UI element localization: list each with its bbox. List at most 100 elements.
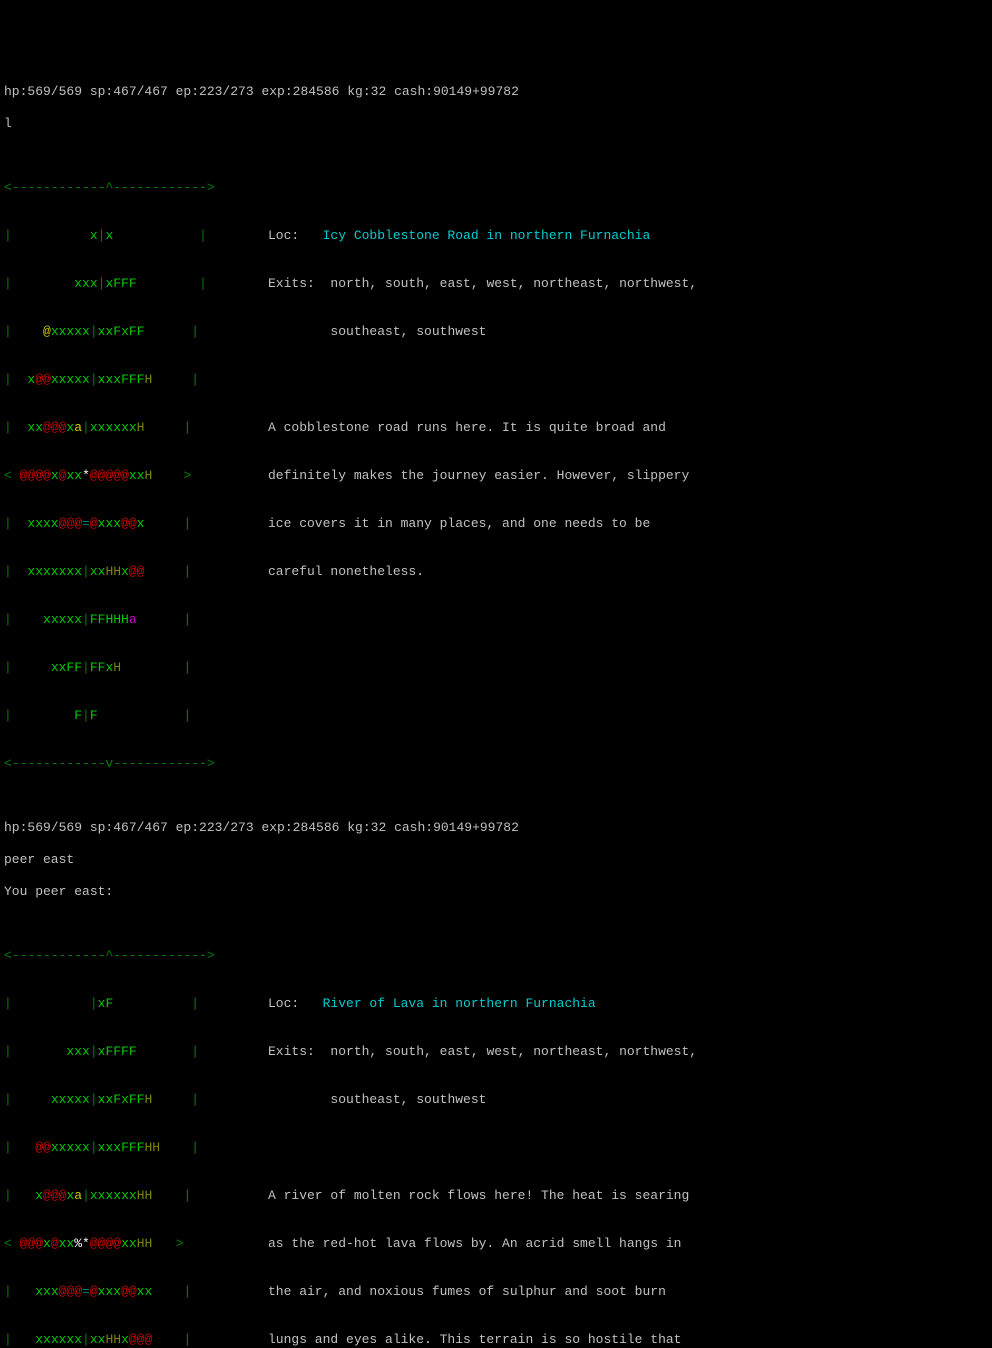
map-cell: H [144, 1092, 152, 1107]
map-cell: xxx [98, 516, 121, 531]
map-cell: x [51, 468, 59, 483]
map-cell: > [152, 1236, 183, 1251]
map-cell: | [4, 1188, 35, 1203]
map-cell: FFF [113, 276, 136, 291]
map-cell: @@ [121, 516, 137, 531]
room1-exits2: southeast, southwest [330, 324, 486, 339]
map-cell: @@ [35, 372, 51, 387]
map-cell: @ [90, 1284, 98, 1299]
map-cell: | [4, 324, 43, 339]
player-marker: * [82, 468, 90, 483]
map-cell: xx [66, 468, 82, 483]
map-cell: F [74, 708, 82, 723]
map-cell: @ [51, 1236, 59, 1251]
map-cell: @@ [121, 1284, 137, 1299]
map-cell: xxxx [27, 516, 58, 531]
map-cell: | [4, 1332, 35, 1347]
map-cell: @@@ [20, 1236, 43, 1251]
map-cell: xx [137, 1284, 153, 1299]
map-cell: | [160, 1140, 199, 1155]
map-cell: @@@@ [90, 1236, 121, 1251]
map-cell: | [90, 1140, 98, 1155]
map-cell: | [4, 228, 90, 243]
map-cell: FF [129, 324, 145, 339]
map-cell: | [82, 660, 90, 675]
map-cell: @@@ [59, 1284, 82, 1299]
map-cell: xx [90, 1332, 106, 1347]
map-cell: F [113, 1092, 121, 1107]
map-cell: xxx [74, 276, 97, 291]
map-cell: = [82, 516, 90, 531]
map-cell: FFFF [105, 1044, 136, 1059]
map-cell: | [4, 660, 51, 675]
loc-label: Loc: [268, 228, 323, 243]
room2-desc3: the air, and noxious fumes of sulphur an… [268, 1284, 666, 1299]
exits-label: Exits: [268, 1044, 330, 1059]
map-cell: | [137, 1044, 199, 1059]
map-cell: xx [121, 1236, 137, 1251]
map-cell: xxxxx [51, 1092, 90, 1107]
map-cell: | [144, 564, 191, 579]
map-cell: xxxxxx [90, 420, 137, 435]
map-cell: @@ [129, 564, 145, 579]
room1-desc3: ice covers it in many places, and one ne… [268, 516, 650, 531]
map-cell: xxxxx [43, 612, 82, 627]
map-cell: | [145, 324, 200, 339]
map-cell: | [82, 1188, 90, 1203]
map-cell: xx [98, 324, 114, 339]
map-cell: xxxxx [51, 324, 90, 339]
map-cell: | [4, 612, 43, 627]
map-cell: | [144, 420, 191, 435]
room2-desc2: as the red-hot lava flows by. An acrid s… [268, 1236, 681, 1251]
map-cell: | [137, 612, 192, 627]
map-cell: | [82, 612, 90, 627]
map-cell: HH [105, 1332, 121, 1347]
map-cell: | [113, 228, 207, 243]
map-cell: | [90, 372, 98, 387]
map-cell: x [90, 228, 98, 243]
loc-label: Loc: [268, 996, 323, 1011]
map-cell: | [152, 1284, 191, 1299]
map-cell: | [121, 660, 191, 675]
status-line-2: hp:569/569 sp:467/467 ep:223/273 exp:284… [4, 820, 992, 836]
map-cell: < [4, 468, 20, 483]
map-cell: FF [66, 660, 82, 675]
map-cell: < [4, 1236, 20, 1251]
map-cell: | [4, 516, 27, 531]
command-echo-1: l [4, 116, 992, 132]
map-cell: a [74, 420, 82, 435]
map-cell: | [4, 420, 27, 435]
exits-label: Exits: [268, 276, 330, 291]
map-cell: | [4, 1140, 35, 1155]
map-cell: HH [137, 1236, 153, 1251]
room1-desc4: careful nonetheless. [268, 564, 424, 579]
map-cell: | [137, 276, 207, 291]
room2-exits2: southeast, southwest [330, 1092, 486, 1107]
map1-bottom: <------------v------------> [4, 756, 215, 771]
map-cell: | [82, 564, 90, 579]
map-cell: x [121, 324, 129, 339]
room1-desc1: A cobblestone road runs here. It is quit… [268, 420, 666, 435]
peer-echo: You peer east: [4, 884, 992, 900]
map-cell: x [121, 1332, 129, 1347]
map-cell: F [90, 708, 98, 723]
map-cell: | [90, 996, 98, 1011]
map-cell: xx [90, 564, 106, 579]
map-cell: FFHHH [90, 612, 129, 627]
map-cell: xxx [66, 1044, 89, 1059]
map-cell: | [4, 1044, 66, 1059]
room1-exits1: north, south, east, west, northeast, nor… [330, 276, 697, 291]
room2-exits1: north, south, east, west, northeast, nor… [330, 1044, 697, 1059]
map-cell: HH [144, 1140, 160, 1155]
map-cell: x [121, 564, 129, 579]
map-cell: | [4, 1092, 51, 1107]
map-cell: @ [43, 324, 51, 339]
map-cell: = [82, 1284, 90, 1299]
map-cell: @@@@@ [90, 468, 129, 483]
map-cell: xxxxxx [90, 1188, 137, 1203]
map-cell: | [152, 1188, 191, 1203]
room-block-1: <------------^------------> [4, 180, 992, 196]
map-cell: xxx [98, 1284, 121, 1299]
map-cell: | [4, 372, 27, 387]
map-cell: | [90, 324, 98, 339]
